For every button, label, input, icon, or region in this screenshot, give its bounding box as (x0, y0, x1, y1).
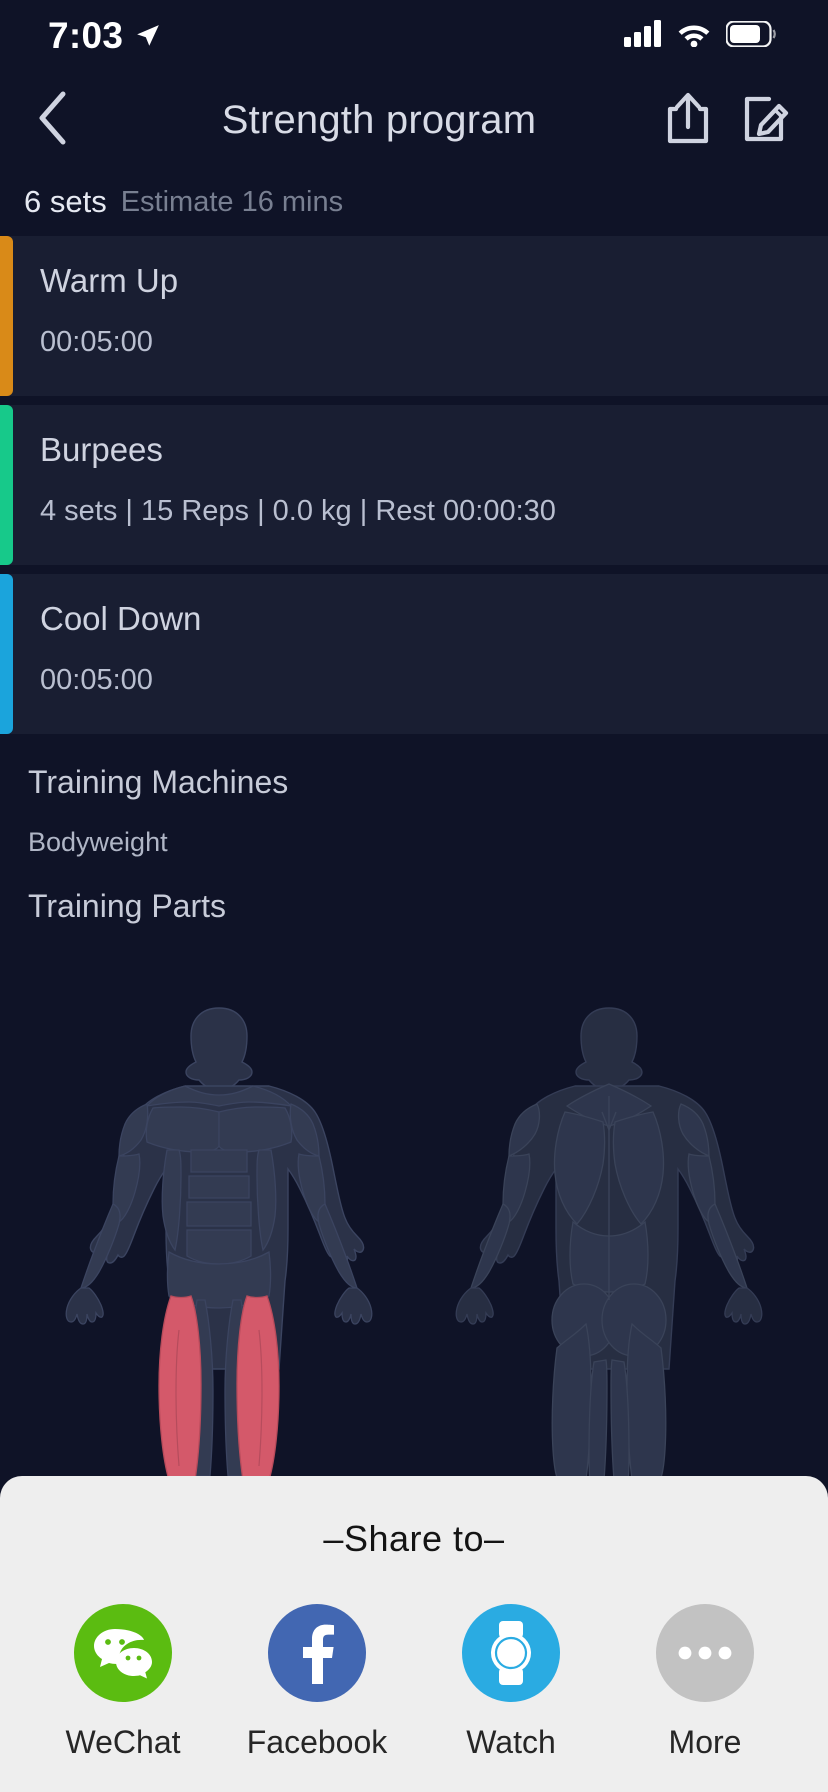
share-options: WeChat Facebook Watch More (0, 1560, 828, 1761)
facebook-icon (268, 1604, 366, 1702)
edit-pencil-icon (741, 91, 791, 150)
share-option-label: Facebook (246, 1724, 388, 1760)
nav-bar: Strength program (0, 72, 828, 168)
share-button[interactable] (662, 91, 714, 150)
share-upload-icon (663, 91, 713, 150)
watch-icon (462, 1604, 560, 1702)
share-option-wechat[interactable]: WeChat (43, 1604, 203, 1761)
cellular-signal-icon (624, 20, 662, 52)
battery-icon (725, 19, 776, 52)
set-detail: 00:05:00 (40, 326, 153, 358)
page-title: Strength program (221, 97, 537, 142)
set-list: Warm Up 00:05:00 Burpees 4 sets | 15 Rep… (0, 236, 828, 743)
location-arrow-icon (135, 23, 161, 49)
status-time: 7:03 (48, 15, 124, 56)
share-option-facebook[interactable]: Facebook (237, 1604, 397, 1761)
status-bar: 7:03 (0, 0, 828, 72)
share-sheet-title: –Share to– (323, 1518, 505, 1559)
muscle-map (0, 1000, 828, 1480)
summary-estimate: Estimate 16 mins (120, 185, 344, 218)
edit-button[interactable] (740, 93, 792, 147)
share-sheet: –Share to– WeChat Facebook Watch More (0, 1476, 828, 1792)
set-detail: 4 sets | 15 Reps | 0.0 kg | Rest 00:00:3… (40, 495, 556, 527)
program-meta: Training Machines Bodyweight Training Pa… (0, 742, 828, 925)
summary-sets-count: 6 sets (24, 184, 107, 219)
app-screen: 7:03 Strength program 6 sets Estimate 16… (0, 0, 828, 1792)
share-option-more[interactable]: More (625, 1604, 785, 1761)
set-name: Warm Up (40, 262, 179, 299)
back-button[interactable] (36, 90, 96, 150)
set-accent-bar (0, 236, 13, 396)
status-bar-left: 7:03 (48, 15, 161, 57)
body-back-muscle-map (455, 1007, 763, 1480)
body-front-muscle-map (65, 1007, 373, 1480)
set-detail: 00:05:00 (40, 664, 153, 696)
set-name: Burpees (40, 431, 163, 468)
nav-actions (662, 91, 792, 150)
set-card-cool-down[interactable]: Cool Down 00:05:00 (0, 574, 828, 734)
chevron-left-icon (36, 90, 70, 151)
share-option-label: More (668, 1724, 742, 1760)
wechat-icon (74, 1604, 172, 1702)
share-option-label: WeChat (65, 1724, 181, 1760)
wifi-icon (676, 20, 712, 52)
more-dots-icon (656, 1604, 754, 1702)
set-card-burpees[interactable]: Burpees 4 sets | 15 Reps | 0.0 kg | Rest… (0, 405, 828, 565)
set-name: Cool Down (40, 600, 202, 637)
training-machines-label: Training Machines (28, 764, 289, 800)
set-accent-bar (0, 574, 13, 734)
share-option-watch[interactable]: Watch (431, 1604, 591, 1761)
program-summary: 6 sets Estimate 16 mins (0, 168, 828, 236)
set-accent-bar (0, 405, 13, 565)
training-parts-label: Training Parts (28, 888, 226, 924)
share-option-label: Watch (466, 1724, 556, 1760)
status-bar-right (624, 19, 776, 52)
set-card-warm-up[interactable]: Warm Up 00:05:00 (0, 236, 828, 396)
training-machines-value: Bodyweight (28, 827, 168, 857)
